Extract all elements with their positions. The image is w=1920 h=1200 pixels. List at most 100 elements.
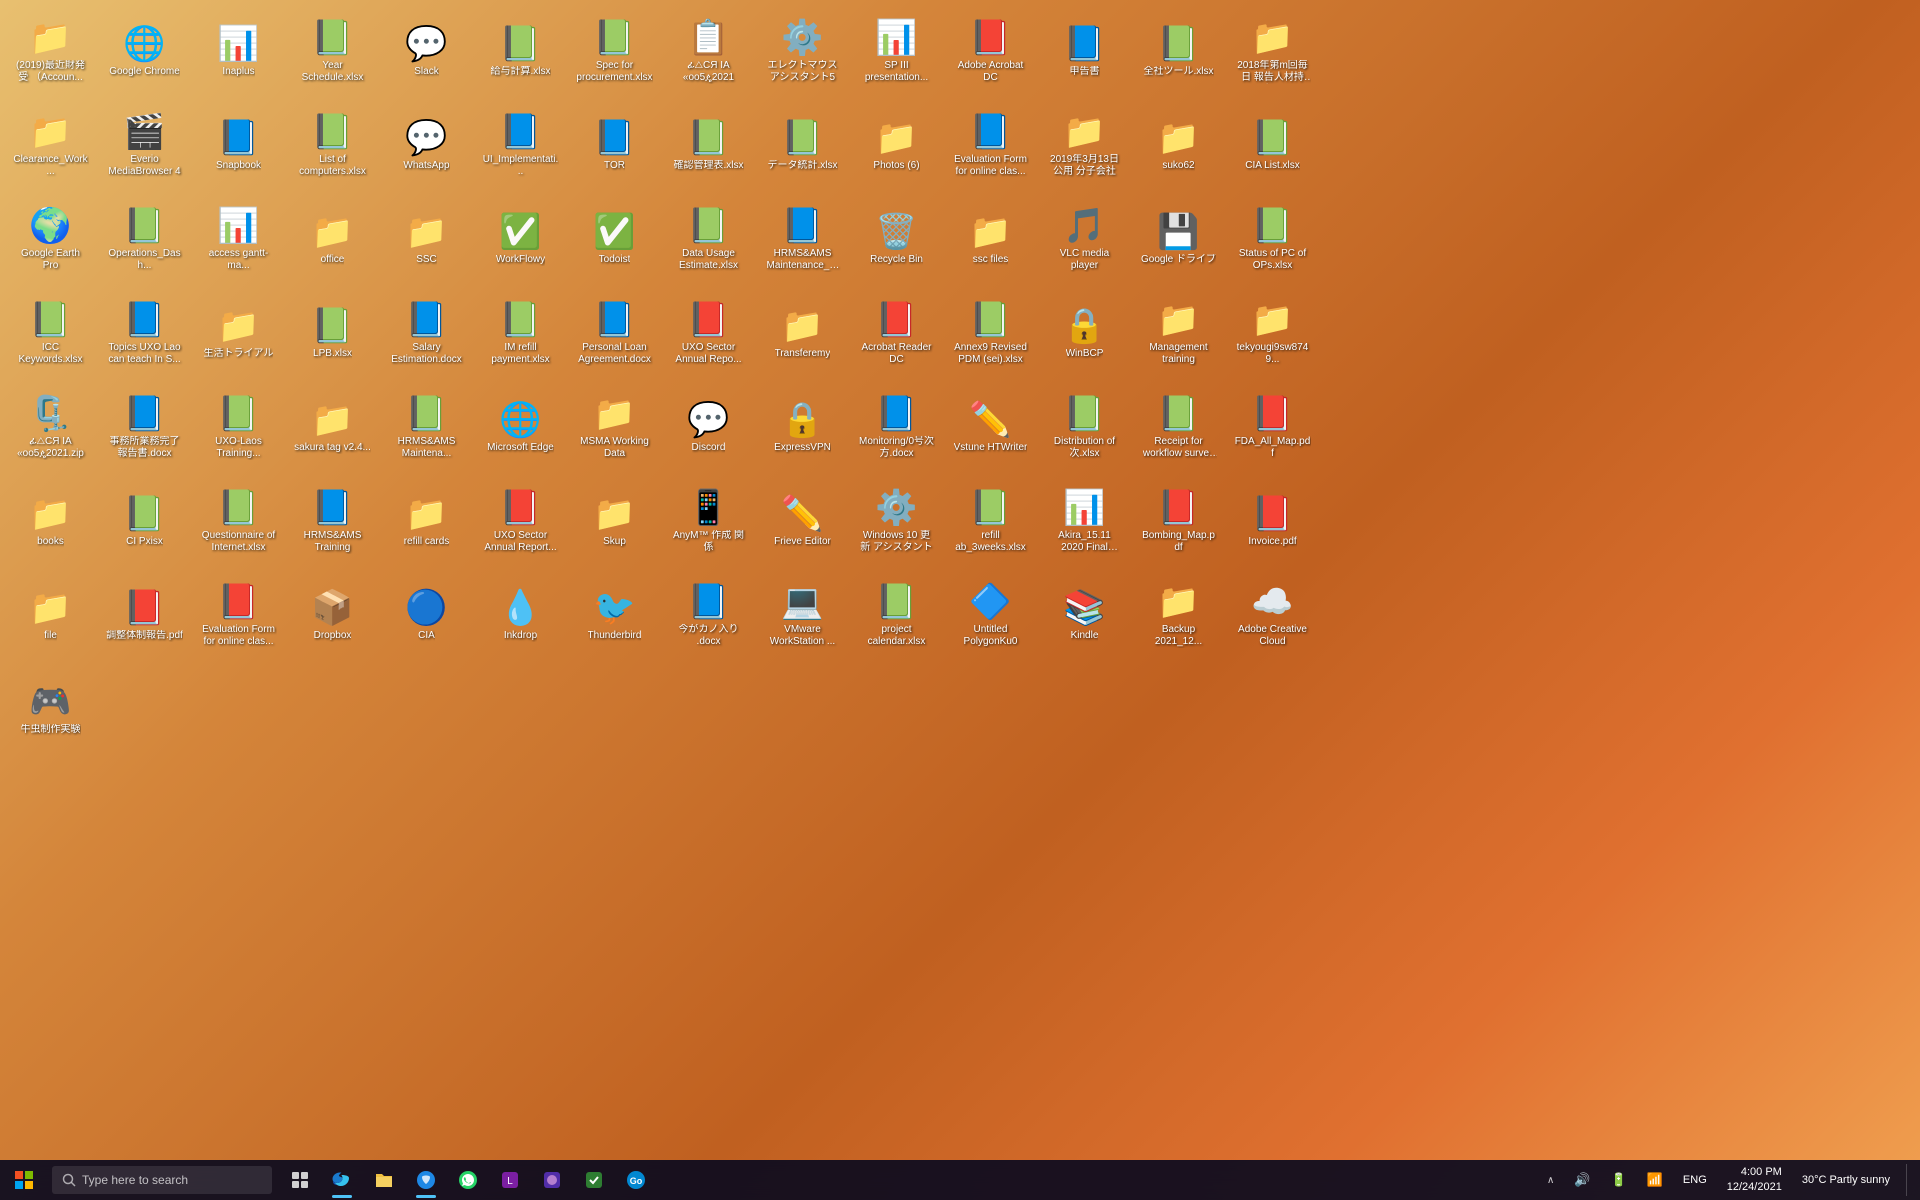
taskbar-purple-app-icon[interactable] [532, 1160, 572, 1200]
desktop-icon-annex9-revised-pdm[interactable]: 📗Annex9 Revised PDM (sei).xlsx [948, 290, 1033, 375]
desktop-icon-gyumushi[interactable]: 🎮牛虫制作実験 [8, 666, 93, 751]
desktop-icon-qa-ia2[interactable]: 🗜️ፊ△CЯ IA «oo5ዼ2021.zip [8, 384, 93, 469]
desktop-icon-ssc[interactable]: 📁SSC [384, 196, 469, 281]
desktop-icon-google-earth-pro[interactable]: 🌍Google Earth Pro [8, 196, 93, 281]
taskbar-green-app-icon[interactable] [574, 1160, 614, 1200]
desktop-icon-transferemy[interactable]: 📁Transferemy [760, 290, 845, 375]
desktop-icon-fda-all-map[interactable]: 📕FDA_All_Map.pdf [1230, 384, 1315, 469]
desktop-icon-suko62[interactable]: 📁suko62 [1136, 102, 1221, 187]
desktop-icon-vstune-htwriter[interactable]: ✏️Vstune HTWriter [948, 384, 1033, 469]
desktop-icon-salary-estimation[interactable]: 📘Salary Estimation.docx [384, 290, 469, 375]
desktop-icon-im-refill-payment[interactable]: 📗IM refill payment.xlsx [478, 290, 563, 375]
desktop-icon-ima-kanryu[interactable]: 📘今がカノ入り .docx [666, 572, 751, 657]
desktop-icon-inaplus[interactable]: 📊Inaplus [196, 8, 281, 93]
desktop-icon-whatsapp[interactable]: 💬WhatsApp [384, 102, 469, 187]
taskbar-explorer-icon[interactable] [364, 1160, 404, 1200]
desktop-icon-hrms-maintenance2[interactable]: 📗HRMS&AMS Maintena... [384, 384, 469, 469]
taskbar-network-icon[interactable]: 🔊 [1566, 1172, 1598, 1188]
desktop-icon-google-chrome[interactable]: 🌐Google Chrome [102, 8, 187, 93]
taskbar-search-box[interactable]: Type here to search [52, 1166, 272, 1194]
desktop-icon-skup[interactable]: 📁Skup [572, 478, 657, 563]
desktop-icon-distribution-xlsx[interactable]: 📗Distribution of次.xlsx [1042, 384, 1127, 469]
desktop-icon-topics-uxo-lao[interactable]: 📘Topics UXO Lao can teach In S... [102, 290, 187, 375]
taskbar-lao-icon[interactable]: L [490, 1160, 530, 1200]
desktop-icon-seikatsu-trial[interactable]: 📁生活トライアル [196, 290, 281, 375]
desktop-icon-management-training[interactable]: 📁Management training [1136, 290, 1221, 375]
taskbar-clock[interactable]: 4:00 PM 12/24/2021 [1719, 1165, 1790, 1196]
desktop-icon-photos6[interactable]: 📁Photos (6) [854, 102, 939, 187]
desktop-icon-untitled-polygon[interactable]: 🔷Untitled PolygonKu0 [948, 572, 1033, 657]
desktop-icon-data-usage-estimate[interactable]: 📗Data Usage Estimate.xlsx [666, 196, 751, 281]
desktop-icon-sakura-tag[interactable]: 📁sakura tag v2.4... [290, 384, 375, 469]
desktop-icon-slack[interactable]: 💬Slack [384, 8, 469, 93]
desktop-icon-windows10-koshin[interactable]: ⚙️Windows 10 更新 アシスタント [854, 478, 939, 563]
desktop-icon-data-toukei[interactable]: 📗データ統計.xlsx [760, 102, 845, 187]
taskbar-hydrus-icon[interactable] [406, 1160, 446, 1200]
taskbar-up-arrow[interactable]: ∧ [1539, 1175, 1562, 1186]
desktop-icon-recycle-bin[interactable]: 🗑️Recycle Bin [854, 196, 939, 281]
desktop-icon-ui-implementation[interactable]: 📘UI_Implementati... [478, 102, 563, 187]
show-desktop-button[interactable] [1906, 1164, 1912, 1196]
desktop-icon-uxo-sector-annual2[interactable]: 📕UXO Sector Annual Report... [478, 478, 563, 563]
desktop-icon-ssc-files[interactable]: 📁ssc files [948, 196, 1033, 281]
desktop-icon-icc-keywords[interactable]: 📗ICC Keywords.xlsx [8, 290, 93, 375]
desktop-icon-frieve-editor[interactable]: ✏️Frieve Editor [760, 478, 845, 563]
taskbar-blue-app-icon[interactable]: Go [616, 1160, 656, 1200]
desktop-icon-akira-final[interactable]: 📊Akira_15.11 2020 Final Presentati... [1042, 478, 1127, 563]
desktop-icon-jmusho-kanryo[interactable]: 📘事務所業務完了 報告書.docx [102, 384, 187, 469]
desktop-icon-cia-app[interactable]: 🔵CIA [384, 572, 469, 657]
desktop-icon-snapbook[interactable]: 📘Snapbook [196, 102, 281, 187]
desktop-icon-win-acct[interactable]: 📁(2019)最近財発受 （Accoun... [8, 8, 93, 93]
desktop-icon-anymп-fuzu[interactable]: 📱AnyM™ 作成 関係 [666, 478, 751, 563]
desktop-icon-hrms-maintenance-tai[interactable]: 📘HRMS&AMS Maintenance_Trai... [760, 196, 845, 281]
taskbar-whatsapp-icon[interactable] [448, 1160, 488, 1200]
desktop-icon-project-calendar[interactable]: 📗project calendar.xlsx [854, 572, 939, 657]
desktop-icon-everio[interactable]: 🎬Everio MediaBrowser 4 [102, 102, 187, 187]
desktop-icon-workflowy[interactable]: ✅WorkFlowy [478, 196, 563, 281]
desktop-icon-personal-loan[interactable]: 📘Personal Loan Agreement.docx [572, 290, 657, 375]
desktop-icon-tor[interactable]: 📘TOR [572, 102, 657, 187]
desktop-icon-uxo-sector-annual1[interactable]: 📕UXO Sector Annual Repo... [666, 290, 751, 375]
desktop-icon-vlc[interactable]: 🎵VLC media player [1042, 196, 1127, 281]
taskbar-edge-icon[interactable] [322, 1160, 362, 1200]
desktop-icon-uxo-laos-training[interactable]: 📗UXO-Laos Training... [196, 384, 281, 469]
desktop-icon-refill-ab-3weeks[interactable]: 📗refill ab_3weeks.xlsx [948, 478, 1033, 563]
desktop-icon-folder-2019[interactable]: 📁2019年3月13日公用 分子会社 [1042, 102, 1127, 187]
taskbar-weather[interactable]: 30°C Partly sunny [1794, 1174, 1898, 1186]
desktop-icon-tekyougi9sw8749[interactable]: 📁tekyougi9sw8749... [1230, 290, 1315, 375]
desktop-icon-eval-form-online[interactable]: 📘Evaluation Form for online clas... [948, 102, 1033, 187]
desktop-icon-choshu-pdf[interactable]: 📕調整体制報告.pdf [102, 572, 187, 657]
desktop-icon-access-gantt[interactable]: 📊access gantt-ma... [196, 196, 281, 281]
desktop-icon-receipt-workflow[interactable]: 📗Receipt for workflow survey ... [1136, 384, 1221, 469]
desktop-icon-google-drive[interactable]: 💾Google ドライブ [1136, 196, 1221, 281]
desktop-icon-clearance-work[interactable]: 📁Clearance_Work... [8, 102, 93, 187]
desktop-icon-electron-mouse[interactable]: ⚙️エレクトマウスアシスタント5 [760, 8, 845, 93]
desktop-icon-operations-dash[interactable]: 📗Operations_Dash... [102, 196, 187, 281]
desktop-icon-cia-list[interactable]: 📗CIA List.xlsx [1230, 102, 1315, 187]
desktop-icon-books[interactable]: 📁books [8, 478, 93, 563]
taskbar-language[interactable]: ENG [1675, 1174, 1715, 1186]
task-view-button[interactable] [280, 1160, 320, 1200]
desktop-icon-winbmp[interactable]: 🔒WinBCP [1042, 290, 1127, 375]
desktop-icon-expressvpn[interactable]: 🔒ExpressVPN [760, 384, 845, 469]
desktop-icon-bombing-map[interactable]: 📕Bombing_Map.pdf [1136, 478, 1221, 563]
desktop-icon-file[interactable]: 📁file [8, 572, 93, 657]
desktop-icon-questionnaire-internet[interactable]: 📗Questionnaire of Internet.xlsx [196, 478, 281, 563]
taskbar-network-wifi[interactable]: 📶 [1639, 1172, 1671, 1188]
desktop-icon-qa-ia[interactable]: 📋ፊ△CЯ IA «oo5ዼ2021 [666, 8, 751, 93]
desktop-icon-year-schedule[interactable]: 📗Year Schedule.xlsx [290, 8, 375, 93]
desktop-icon-moushisho[interactable]: 📘申告書 [1042, 8, 1127, 93]
desktop-icon-acrobat-reader-dc[interactable]: 📕Acrobat Reader DC [854, 290, 939, 375]
desktop-icon-lpb-xlsx[interactable]: 📗LPB.xlsx [290, 290, 375, 375]
desktop-icon-adobe-creative-cloud[interactable]: ☁️Adobe Creative Cloud [1230, 572, 1315, 657]
desktop-icon-hrms-training[interactable]: 📘HRMS&AMS Training [290, 478, 375, 563]
taskbar-battery-icon[interactable]: 🔋 [1603, 1172, 1635, 1188]
desktop-icon-backup-2021[interactable]: 📁Backup 2021_12... [1136, 572, 1221, 657]
desktop-icon-refill-cards[interactable]: 📁refill cards [384, 478, 469, 563]
desktop-icon-monitoring-xlsx[interactable]: 📘Monitoring/0号次 方.docx [854, 384, 939, 469]
desktop-icon-spec-procurement[interactable]: 📗Spec for procurement.xlsx [572, 8, 657, 93]
desktop-icon-eval-form-online2[interactable]: 📕Evaluation Form for online clas... [196, 572, 281, 657]
desktop-icon-adobe-acrobat-dc[interactable]: 📕Adobe Acrobat DC [948, 8, 1033, 93]
desktop-icon-invoice-pdf[interactable]: 📕Invoice.pdf [1230, 478, 1315, 563]
start-button[interactable] [0, 1160, 48, 1200]
